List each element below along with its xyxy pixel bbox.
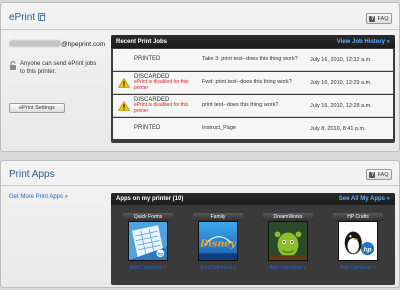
- blurred-email-user: [9, 40, 61, 47]
- jobs-title: Recent Print Jobs: [116, 38, 168, 45]
- eprint-title: ePrint: [9, 12, 46, 23]
- job-date: July 16, 2010, 12:32 a.m.: [310, 56, 372, 63]
- access-description: Anyone can send ePrint jobs to this prin…: [20, 61, 97, 75]
- job-status: DISCARDED ePrint is disabled for this pr…: [134, 97, 202, 115]
- job-row: DISCARDED ePrint is disabled for this pr…: [113, 72, 393, 94]
- add-comment-link[interactable]: Add Comment »: [189, 265, 247, 271]
- eprint-divider: [1, 29, 399, 30]
- dreamworks-thumbnail[interactable]: [268, 221, 308, 261]
- question-icon: ?: [369, 171, 376, 178]
- app-name: Family: [193, 213, 243, 221]
- job-status: PRINTED: [134, 125, 202, 132]
- job-title: Instruct_Page: [202, 125, 236, 132]
- apps-divider: [1, 185, 399, 186]
- question-icon: ?: [369, 15, 376, 22]
- job-error-text: ePrint is disabled for this printer: [134, 79, 189, 91]
- disney-family-thumbnail[interactable]: Disney: [198, 221, 238, 261]
- add-comment-link[interactable]: Add Comment »: [259, 265, 317, 271]
- job-status: DISCARDED ePrint is disabled for this pr…: [134, 74, 202, 92]
- app-name: DreamWorks: [263, 213, 313, 221]
- faq-label: FAQ: [377, 171, 389, 178]
- job-row: PRINTED Instruct_Page July 8, 2010, 8:41…: [113, 118, 393, 139]
- job-row: DISCARDED ePrint is disabled for this pr…: [113, 95, 393, 117]
- printer-email-address: @hpeprint.com: [9, 40, 105, 48]
- job-title: print test--does this thing work?: [202, 102, 279, 109]
- recent-print-jobs: Recent Print Jobs View Job History » PRI…: [111, 35, 395, 143]
- email-domain: @hpeprint.com: [61, 41, 106, 48]
- job-status: PRINTED: [134, 56, 202, 63]
- print-apps-panel: Print Apps ? FAQ Get More Print Apps » A…: [0, 160, 400, 288]
- warning-icon: [118, 100, 130, 111]
- app-name: Quick Forms: [123, 213, 173, 221]
- app-tile-hp-crafts[interactable]: HP Crafts hp Add Comment »: [333, 213, 383, 277]
- quick-forms-thumbnail[interactable]: hp: [128, 221, 168, 261]
- apps-box-title: Apps on my printer (10): [116, 196, 184, 202]
- apps-faq-button[interactable]: ? FAQ: [366, 169, 392, 180]
- app-tile-quick-forms[interactable]: Quick Forms hp Add Comment »: [123, 213, 173, 277]
- svg-text:hp: hp: [158, 251, 164, 256]
- jobs-header: Recent Print Jobs View Job History »: [111, 35, 395, 48]
- app-name: HP Crafts: [333, 213, 383, 221]
- get-more-apps-link[interactable]: Get More Print Apps »: [9, 194, 68, 200]
- job-error-text: ePrint is disabled for this printer: [134, 102, 189, 114]
- eprint-faq-button[interactable]: ? FAQ: [366, 13, 392, 24]
- copy-icon[interactable]: [38, 13, 46, 21]
- app-tile-family[interactable]: Family Disney Add Comment »: [193, 213, 243, 277]
- job-title: Fwd: print test--does this thing work?: [202, 79, 292, 86]
- hp-crafts-thumbnail[interactable]: hp: [338, 221, 378, 261]
- job-date: July 16, 2010, 12:29 a.m.: [310, 79, 372, 86]
- job-date: July 8, 2010, 8:41 p.m.: [310, 125, 366, 132]
- add-comment-link[interactable]: Add Comment »: [329, 265, 387, 271]
- job-title: Take 3: print test--does this thing work…: [202, 56, 298, 63]
- see-all-apps-link[interactable]: See All My Apps »: [339, 196, 390, 202]
- app-tile-dreamworks[interactable]: DreamWorks Add Comment »: [263, 213, 313, 277]
- eprint-title-text: ePrint: [9, 12, 36, 23]
- view-job-history-link[interactable]: View Job History »: [337, 39, 390, 45]
- eprint-settings-button[interactable]: ePrint Settings: [9, 103, 65, 113]
- job-date: July 16, 2010, 12:28 a.m.: [310, 102, 372, 109]
- warning-icon: [118, 77, 130, 88]
- job-row: PRINTED Take 3: print test--does this th…: [113, 49, 393, 71]
- apps-on-printer: Apps on my printer (10) See All My Apps …: [111, 193, 395, 285]
- job-status-text: PRINTED: [134, 125, 161, 132]
- unlock-icon: [10, 61, 16, 70]
- add-comment-link[interactable]: Add Comment »: [119, 265, 177, 271]
- eprint-panel: ePrint ? FAQ @hpeprint.com Anyone can se…: [0, 2, 400, 152]
- print-apps-title: Print Apps: [9, 169, 55, 180]
- job-status-text: PRINTED: [134, 56, 161, 63]
- apps-header: Apps on my printer (10) See All My Apps …: [111, 193, 395, 205]
- svg-text:Disney: Disney: [199, 239, 237, 250]
- faq-label: FAQ: [377, 15, 389, 22]
- svg-text:hp: hp: [363, 246, 371, 253]
